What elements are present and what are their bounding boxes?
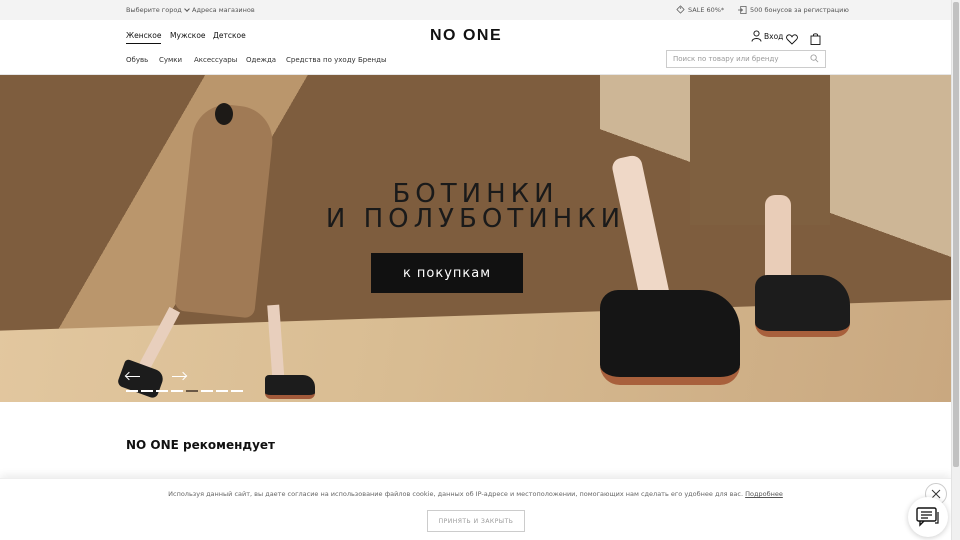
- hero-title-line2: И ПОЛУБОТИНКИ: [325, 204, 626, 234]
- scrollbar-thumb[interactable]: [953, 2, 959, 467]
- slider-dot[interactable]: [156, 390, 168, 392]
- chevron-down-icon: [183, 6, 190, 12]
- category-shoes[interactable]: Обувь: [126, 56, 148, 64]
- slider-dots: [126, 390, 243, 392]
- sale-link[interactable]: SALE 60%*: [676, 5, 724, 14]
- slider-dot[interactable]: [186, 390, 198, 392]
- category-bags[interactable]: Сумки: [159, 56, 182, 64]
- category-brands[interactable]: Бренды: [358, 56, 387, 64]
- search-input[interactable]: Поиск по товару или бренду: [666, 50, 826, 68]
- bonus-link[interactable]: 500 бонусов за регистрацию: [738, 5, 849, 15]
- site-logo[interactable]: NO ONE: [430, 27, 502, 45]
- cookie-more-link[interactable]: Подробнее: [745, 490, 783, 498]
- sale-label: SALE 60%*: [688, 5, 725, 14]
- section-title: NO ONE рекомендует: [126, 438, 276, 452]
- shopping-bag-icon: [810, 33, 821, 45]
- store-addresses-link[interactable]: Адреса магазинов: [192, 6, 255, 14]
- hero-title: БОТИНКИ И ПОЛУБОТИНКИ: [0, 181, 951, 234]
- user-icon: [751, 30, 762, 42]
- slider-dot[interactable]: [201, 390, 213, 392]
- model-head: [215, 103, 233, 125]
- tag-icon: [676, 5, 685, 14]
- category-clothing[interactable]: Одежда: [246, 56, 276, 64]
- login-button[interactable]: Вход: [751, 30, 783, 42]
- bonus-label: 500 бонусов за регистрацию: [750, 6, 849, 14]
- slider-arrows: [126, 372, 188, 380]
- city-selector-label: Выберите город: [126, 6, 182, 14]
- top-bar: Выберите город Адреса магазинов SALE 60%…: [0, 0, 951, 20]
- hero-banner[interactable]: БОТИНКИ И ПОЛУБОТИНКИ к покупкам: [0, 75, 951, 402]
- scrollbar[interactable]: [951, 0, 960, 540]
- slider-dot[interactable]: [141, 390, 153, 392]
- boot-image-large: [600, 290, 740, 385]
- cookie-banner: Используя данный сайт, вы даете согласие…: [0, 478, 951, 540]
- category-accessories[interactable]: Аксессуары: [194, 56, 237, 64]
- login-icon: [738, 6, 747, 14]
- arrow-left-icon[interactable]: [126, 372, 142, 380]
- city-selector[interactable]: Выберите город: [126, 6, 190, 14]
- search-placeholder: Поиск по товару или бренду: [673, 55, 779, 63]
- favorites-button[interactable]: [786, 30, 798, 49]
- arrow-right-icon[interactable]: [172, 372, 188, 380]
- slider-dot[interactable]: [231, 390, 243, 392]
- cart-button[interactable]: [810, 30, 821, 49]
- heart-icon: [786, 34, 798, 45]
- cookie-text-row: Используя данный сайт, вы даете согласие…: [0, 490, 951, 498]
- header: Женское Мужское Детское NO ONE Вход Обув…: [0, 20, 951, 75]
- boot-image-large: [755, 275, 850, 337]
- slider-dot[interactable]: [126, 390, 138, 392]
- gender-tab-men[interactable]: Мужское: [170, 31, 206, 40]
- slider-dot[interactable]: [216, 390, 228, 392]
- cookie-text: Используя данный сайт, вы даете согласие…: [168, 490, 744, 498]
- accept-cookies-button[interactable]: ПРИНЯТЬ И ЗАКРЫТЬ: [427, 510, 525, 532]
- shop-now-button[interactable]: к покупкам: [371, 253, 523, 293]
- category-care[interactable]: Средства по уходу: [286, 56, 356, 64]
- chat-icon: [916, 507, 939, 527]
- login-label: Вход: [764, 31, 784, 41]
- search-icon[interactable]: [810, 54, 819, 63]
- slider-dot[interactable]: [171, 390, 183, 392]
- chat-button[interactable]: [908, 497, 948, 537]
- gender-tab-kids[interactable]: Детское: [213, 31, 246, 40]
- boot-image: [265, 375, 315, 399]
- gender-tab-women[interactable]: Женское: [126, 31, 162, 44]
